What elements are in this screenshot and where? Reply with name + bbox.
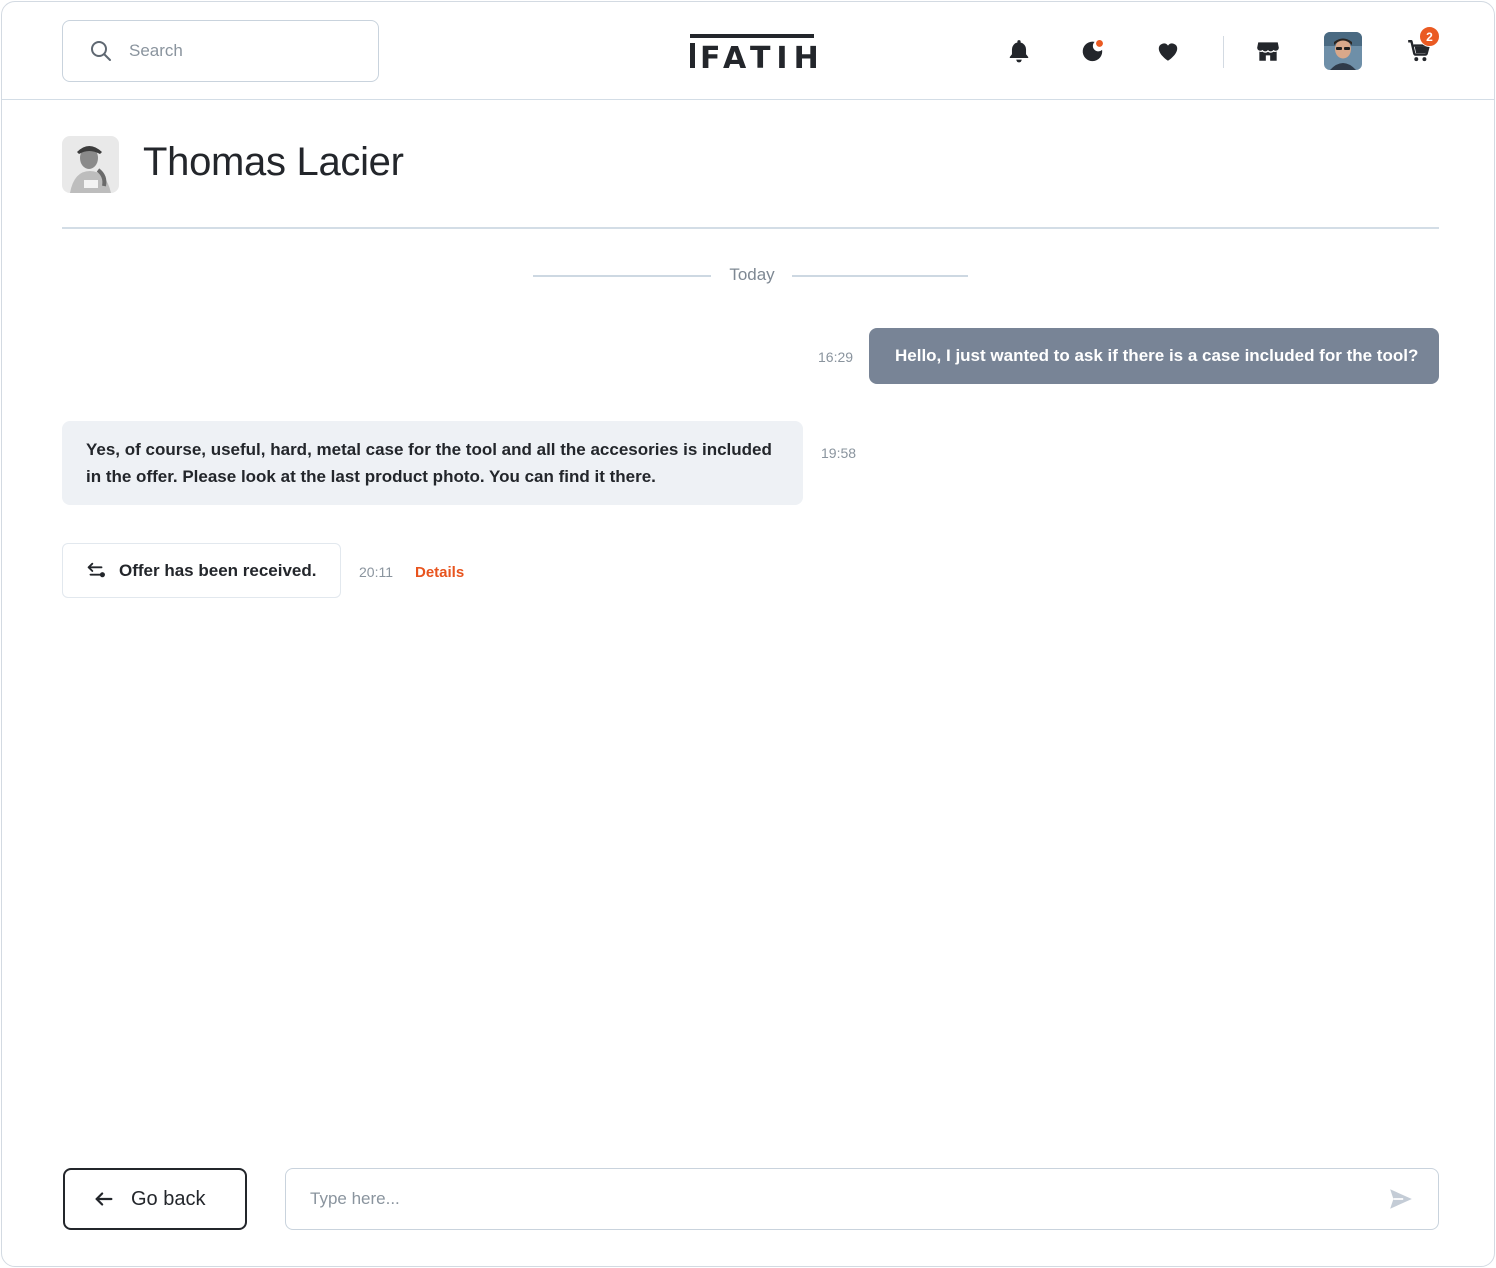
user-avatar[interactable]	[1324, 32, 1362, 70]
transfer-icon	[87, 562, 105, 577]
day-label: Today	[729, 265, 775, 284]
message-text: Yes, of course, useful, hard, metal case…	[86, 440, 772, 486]
contact-divider	[62, 227, 1439, 229]
heart-icon	[1158, 43, 1178, 61]
cart-count-badge: 2	[1419, 26, 1440, 47]
offer-notice: Offer has been received.	[62, 543, 341, 598]
incoming-message: Yes, of course, useful, hard, metal case…	[62, 421, 803, 505]
chat-window: FATIH	[1, 1, 1495, 1267]
header-separator	[1223, 36, 1224, 68]
arrow-left-icon	[95, 1192, 113, 1206]
offer-details-link[interactable]: Details	[415, 564, 464, 581]
messages-button[interactable]	[1077, 35, 1109, 67]
contact-avatar-image	[62, 136, 119, 193]
go-back-button[interactable]: Go back	[63, 1168, 247, 1230]
day-divider-left	[533, 275, 711, 277]
message-input[interactable]	[310, 1189, 1388, 1209]
store-button[interactable]	[1252, 35, 1284, 67]
contact-avatar	[62, 136, 119, 193]
message-time: 16:29	[818, 349, 854, 365]
favorites-button[interactable]	[1152, 35, 1184, 67]
bell-icon	[1009, 40, 1029, 63]
outgoing-message: Hello, I just wanted to ask if there is …	[869, 328, 1439, 384]
contact-name: Thomas Lacier	[143, 140, 404, 184]
send-icon[interactable]	[1388, 1186, 1414, 1212]
user-avatar-image	[1324, 32, 1362, 70]
offer-time: 20:11	[359, 564, 393, 580]
top-header: FATIH	[2, 2, 1494, 100]
notifications-button[interactable]	[1003, 35, 1035, 67]
message-composer	[285, 1168, 1439, 1230]
chat-notification-icon	[1082, 39, 1103, 62]
message-text: Hello, I just wanted to ask if there is …	[895, 346, 1419, 365]
day-divider-right	[792, 275, 968, 277]
message-time: 19:58	[821, 445, 857, 461]
store-icon	[1257, 42, 1279, 61]
offer-text: Offer has been received.	[119, 560, 317, 580]
go-back-label: Go back	[131, 1187, 206, 1210]
